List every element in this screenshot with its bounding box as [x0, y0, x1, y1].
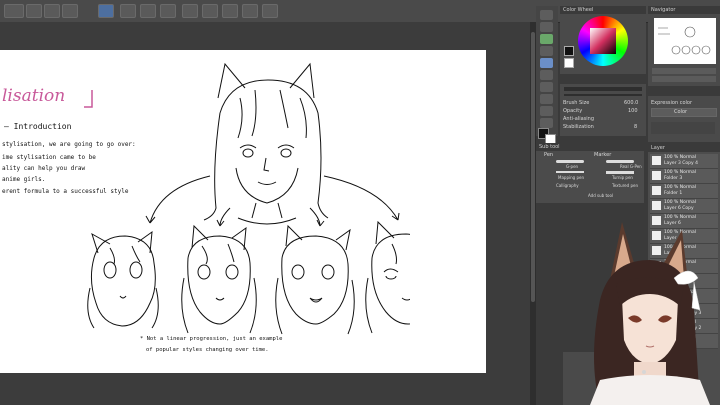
brush-preview [556, 160, 584, 163]
brush-size-panel: Brush Size 600.0 Opacity 100 Anti-aliasi… [560, 76, 646, 136]
select-tool-icon[interactable] [540, 34, 553, 44]
brush-preview [606, 160, 634, 163]
toolbar-button[interactable] [62, 4, 78, 18]
navigator-preview[interactable] [654, 18, 716, 64]
add-subtool-button[interactable]: Add sub tool [588, 193, 613, 198]
subtool-texturedpen[interactable]: Textured pen [612, 183, 638, 188]
stabilization-label: Stabilization [563, 124, 594, 130]
color-swatch[interactable] [564, 58, 574, 68]
layer-name: 100 % Normal Layer 3 Copy 4 [664, 155, 698, 166]
color-square[interactable] [590, 28, 616, 54]
toolbar-button[interactable] [98, 4, 114, 18]
subtool-realgpen[interactable]: Real G-Pen [620, 164, 642, 169]
layer-name: 100 % Normal Layer 6 Copy [664, 200, 697, 211]
brush-preview [606, 171, 634, 174]
layer-row[interactable]: 100 % Normal Layer 3 Copy 4 [650, 154, 718, 169]
layer-name: 100 % Normal Folder 3 [664, 170, 697, 181]
vtuber-avatar [590, 222, 710, 405]
toolbar-button[interactable] [242, 4, 258, 18]
panel-title: Navigator [648, 6, 720, 14]
expression-panel: Expression color Color [648, 88, 720, 142]
toolbar-button[interactable] [182, 4, 198, 18]
expression-color-label: Expression color [651, 100, 693, 106]
toolbar-button[interactable] [222, 4, 238, 18]
page-title: lisation [2, 86, 66, 106]
expression-value: Color [674, 109, 688, 115]
opacity-value[interactable]: 100 [628, 108, 638, 114]
layer-row[interactable]: 100 % Normal Layer 6 Copy [650, 199, 718, 214]
toolbar-button[interactable] [140, 4, 156, 18]
brush-preview [556, 171, 584, 173]
eraser-tool-icon[interactable] [540, 94, 553, 104]
text-tool-icon[interactable] [540, 118, 553, 128]
zoom-tool-icon[interactable] [540, 22, 553, 32]
toolbar-button[interactable] [44, 4, 60, 18]
section-heading: — Introduction [4, 122, 72, 131]
subtool-turnippen[interactable]: Turnip pen [612, 175, 633, 180]
brush-tool-icon[interactable] [540, 82, 553, 92]
tool-palette [536, 6, 558, 136]
navigator-panel: Navigator [648, 6, 720, 86]
toolbar-button[interactable] [160, 4, 176, 18]
scrollbar-thumb[interactable] [531, 32, 535, 302]
toolbar-button[interactable] [262, 4, 278, 18]
tab-pen[interactable]: Pen [544, 152, 553, 158]
brush-stroke-preview [564, 87, 642, 91]
layer-row[interactable]: 100 % Normal Folder 3 [650, 169, 718, 184]
move-tool-icon[interactable] [540, 10, 553, 20]
panel-title: Layer [648, 144, 720, 152]
opacity-label: Opacity [563, 108, 583, 114]
color-wheel-panel: Color Wheel [560, 6, 646, 74]
layer-name: 100 % Normal Folder 1 [664, 185, 697, 196]
stabilization-value[interactable]: 8 [634, 124, 637, 130]
subtool-mappingpen[interactable]: Mapping pen [558, 175, 584, 180]
panel-title: Color Wheel [560, 6, 646, 14]
eyedropper-tool-icon[interactable] [540, 46, 553, 56]
caption-line: of popular styles changing over time. [146, 347, 269, 353]
subtool-calligraphy[interactable]: Calligraphy [556, 183, 579, 188]
toolbar-button[interactable] [202, 4, 218, 18]
panel-title: Sub tool [536, 143, 644, 151]
caption-line: * Not a linear progression, just an exam… [140, 336, 283, 342]
brush-size-value[interactable]: 600.0 [624, 100, 638, 106]
drawing-canvas[interactable]: lisation — Introduction stylisation, we … [0, 50, 486, 373]
layer-row[interactable]: 100 % Normal Folder 1 [650, 184, 718, 199]
brush-stroke-preview [564, 94, 642, 96]
tab-marker[interactable]: Marker [594, 152, 611, 158]
color-swatch[interactable] [564, 46, 574, 56]
subtool-panel: Sub tool Pen Marker G-pen Real G-Pen Map… [536, 143, 644, 203]
pen-tool-icon[interactable] [540, 58, 553, 68]
brush-size-label: Brush Size [563, 100, 590, 106]
rotate-slider[interactable] [652, 76, 716, 82]
text-line: ality can help you draw [2, 165, 86, 172]
expression-select[interactable]: Color [651, 108, 717, 117]
panel-title [648, 88, 720, 96]
toolbar-button[interactable] [26, 4, 42, 18]
zoom-slider[interactable] [652, 68, 716, 74]
color-wheel[interactable] [578, 16, 628, 66]
character-sketches [87, 62, 410, 335]
antialiasing-label: Anti-aliasing [563, 116, 594, 122]
panel-title [560, 76, 646, 84]
text-line: anime girls. [2, 176, 46, 183]
layer-toolbar [651, 122, 715, 134]
fill-tool-icon[interactable] [540, 106, 553, 116]
toolbar-button[interactable] [120, 4, 136, 18]
pencil-tool-icon[interactable] [540, 70, 553, 80]
toolbar-button[interactable] [4, 4, 24, 18]
subtool-gpen[interactable]: G-pen [566, 164, 578, 169]
